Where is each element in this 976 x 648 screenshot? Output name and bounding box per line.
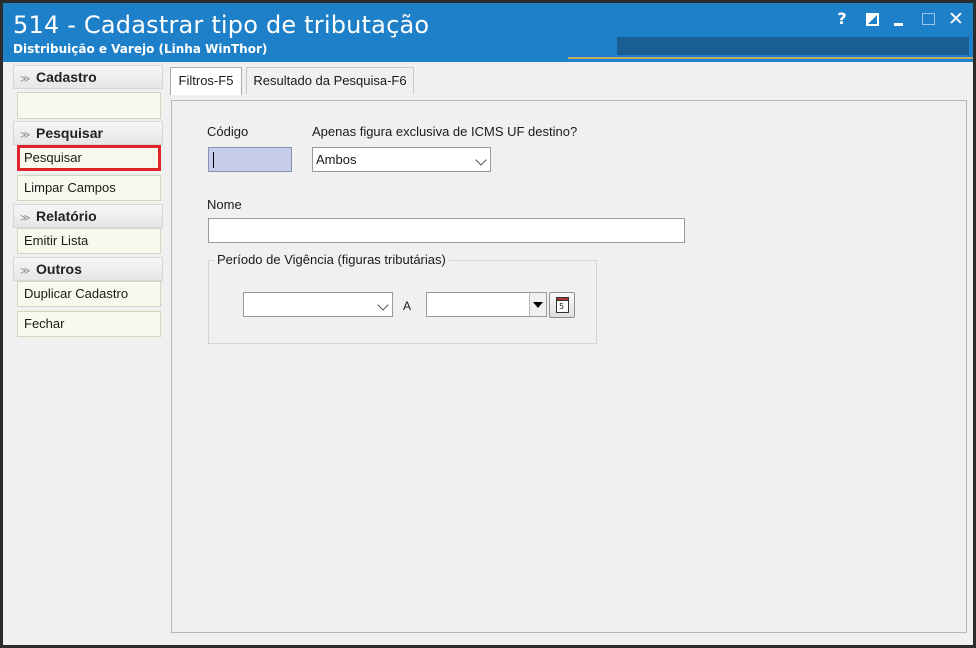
window-subtitle: Distribuição e Varejo (Linha WinThor) bbox=[13, 42, 268, 56]
sidebar-section-label: Relatório bbox=[36, 208, 97, 224]
codigo-label: Código bbox=[207, 124, 249, 139]
sidebar-item-fechar[interactable]: Fechar bbox=[17, 311, 161, 337]
maximize-button[interactable] bbox=[917, 9, 939, 31]
sidebar-section-pesquisar[interactable]: ≫ Pesquisar bbox=[13, 121, 163, 145]
sidebar-item-emitir-lista[interactable]: Emitir Lista bbox=[17, 228, 161, 254]
chevron-down-icon bbox=[377, 299, 389, 311]
sidebar-section-label: Pesquisar bbox=[36, 125, 103, 141]
double-chevron-down-icon: ≫ bbox=[20, 130, 31, 141]
sidebar-section-relatorio[interactable]: ≫ Relatório bbox=[13, 204, 163, 228]
app-window: 514 - Cadastrar tipo de tributação Distr… bbox=[0, 0, 976, 648]
help-button[interactable]: ? bbox=[831, 9, 853, 31]
nome-label: Nome bbox=[207, 197, 242, 212]
sidebar-item-pesquisar[interactable]: Pesquisar bbox=[17, 145, 161, 171]
calendar-header bbox=[556, 297, 569, 301]
periodo-from-select[interactable] bbox=[243, 292, 393, 317]
filters-panel: Código Apenas figura exclusiva de ICMS U… bbox=[171, 100, 967, 633]
contrast-toggle-button[interactable] bbox=[861, 11, 883, 33]
chevron-down-icon bbox=[475, 154, 487, 166]
sidebar-empty-slot bbox=[17, 92, 161, 119]
sidebar-item-duplicar-cadastro[interactable]: Duplicar Cadastro bbox=[17, 281, 161, 307]
sidebar: ≫ Cadastro ≫ Pesquisar Pesquisar Limpar Ca… bbox=[13, 65, 165, 337]
double-chevron-down-icon: ≫ bbox=[20, 74, 31, 85]
icms-select[interactable]: Ambos bbox=[312, 147, 491, 172]
title-bar: 514 - Cadastrar tipo de tributação Distr… bbox=[3, 3, 973, 62]
tab-resultado-pesquisa[interactable]: Resultado da Pesquisa-F6 bbox=[246, 67, 414, 94]
double-chevron-down-icon: ≫ bbox=[20, 213, 31, 224]
icms-label: Apenas figura exclusiva de ICMS UF desti… bbox=[312, 124, 578, 139]
title-bar-accent-band bbox=[617, 37, 969, 55]
close-button[interactable]: ✕ bbox=[945, 9, 967, 31]
periodo-separator: A bbox=[403, 299, 412, 313]
sidebar-item-limpar-campos[interactable]: Limpar Campos bbox=[17, 175, 161, 201]
minimize-icon bbox=[893, 23, 903, 26]
calendar-icon: 5 bbox=[556, 297, 569, 313]
text-cursor bbox=[213, 152, 214, 168]
double-chevron-down-icon: ≫ bbox=[20, 266, 31, 277]
tab-filtros[interactable]: Filtros-F5 bbox=[170, 67, 242, 95]
triangle-down-icon bbox=[533, 302, 543, 308]
date-dropdown-button[interactable] bbox=[529, 293, 546, 316]
sidebar-section-outros[interactable]: ≫ Outros bbox=[13, 257, 163, 281]
codigo-input[interactable] bbox=[208, 147, 292, 172]
nome-input[interactable] bbox=[208, 218, 685, 243]
calendar-day-number: 5 bbox=[559, 302, 565, 311]
contrast-icon bbox=[865, 13, 879, 26]
icms-select-value: Ambos bbox=[316, 152, 357, 167]
periodo-to-date[interactable] bbox=[426, 292, 547, 317]
sidebar-section-label: Cadastro bbox=[36, 69, 97, 85]
periodo-vigencia-legend: Período de Vigência (figuras tributárias… bbox=[214, 252, 449, 267]
maximize-icon bbox=[921, 13, 935, 25]
calendar-button[interactable]: 5 bbox=[549, 292, 575, 318]
sidebar-section-cadastro[interactable]: ≫ Cadastro bbox=[13, 65, 163, 89]
sidebar-section-label: Outros bbox=[36, 261, 82, 277]
title-bar-accent-line bbox=[568, 57, 973, 59]
window-title: 514 - Cadastrar tipo de tributação bbox=[13, 11, 430, 39]
minimize-button[interactable] bbox=[887, 9, 909, 31]
